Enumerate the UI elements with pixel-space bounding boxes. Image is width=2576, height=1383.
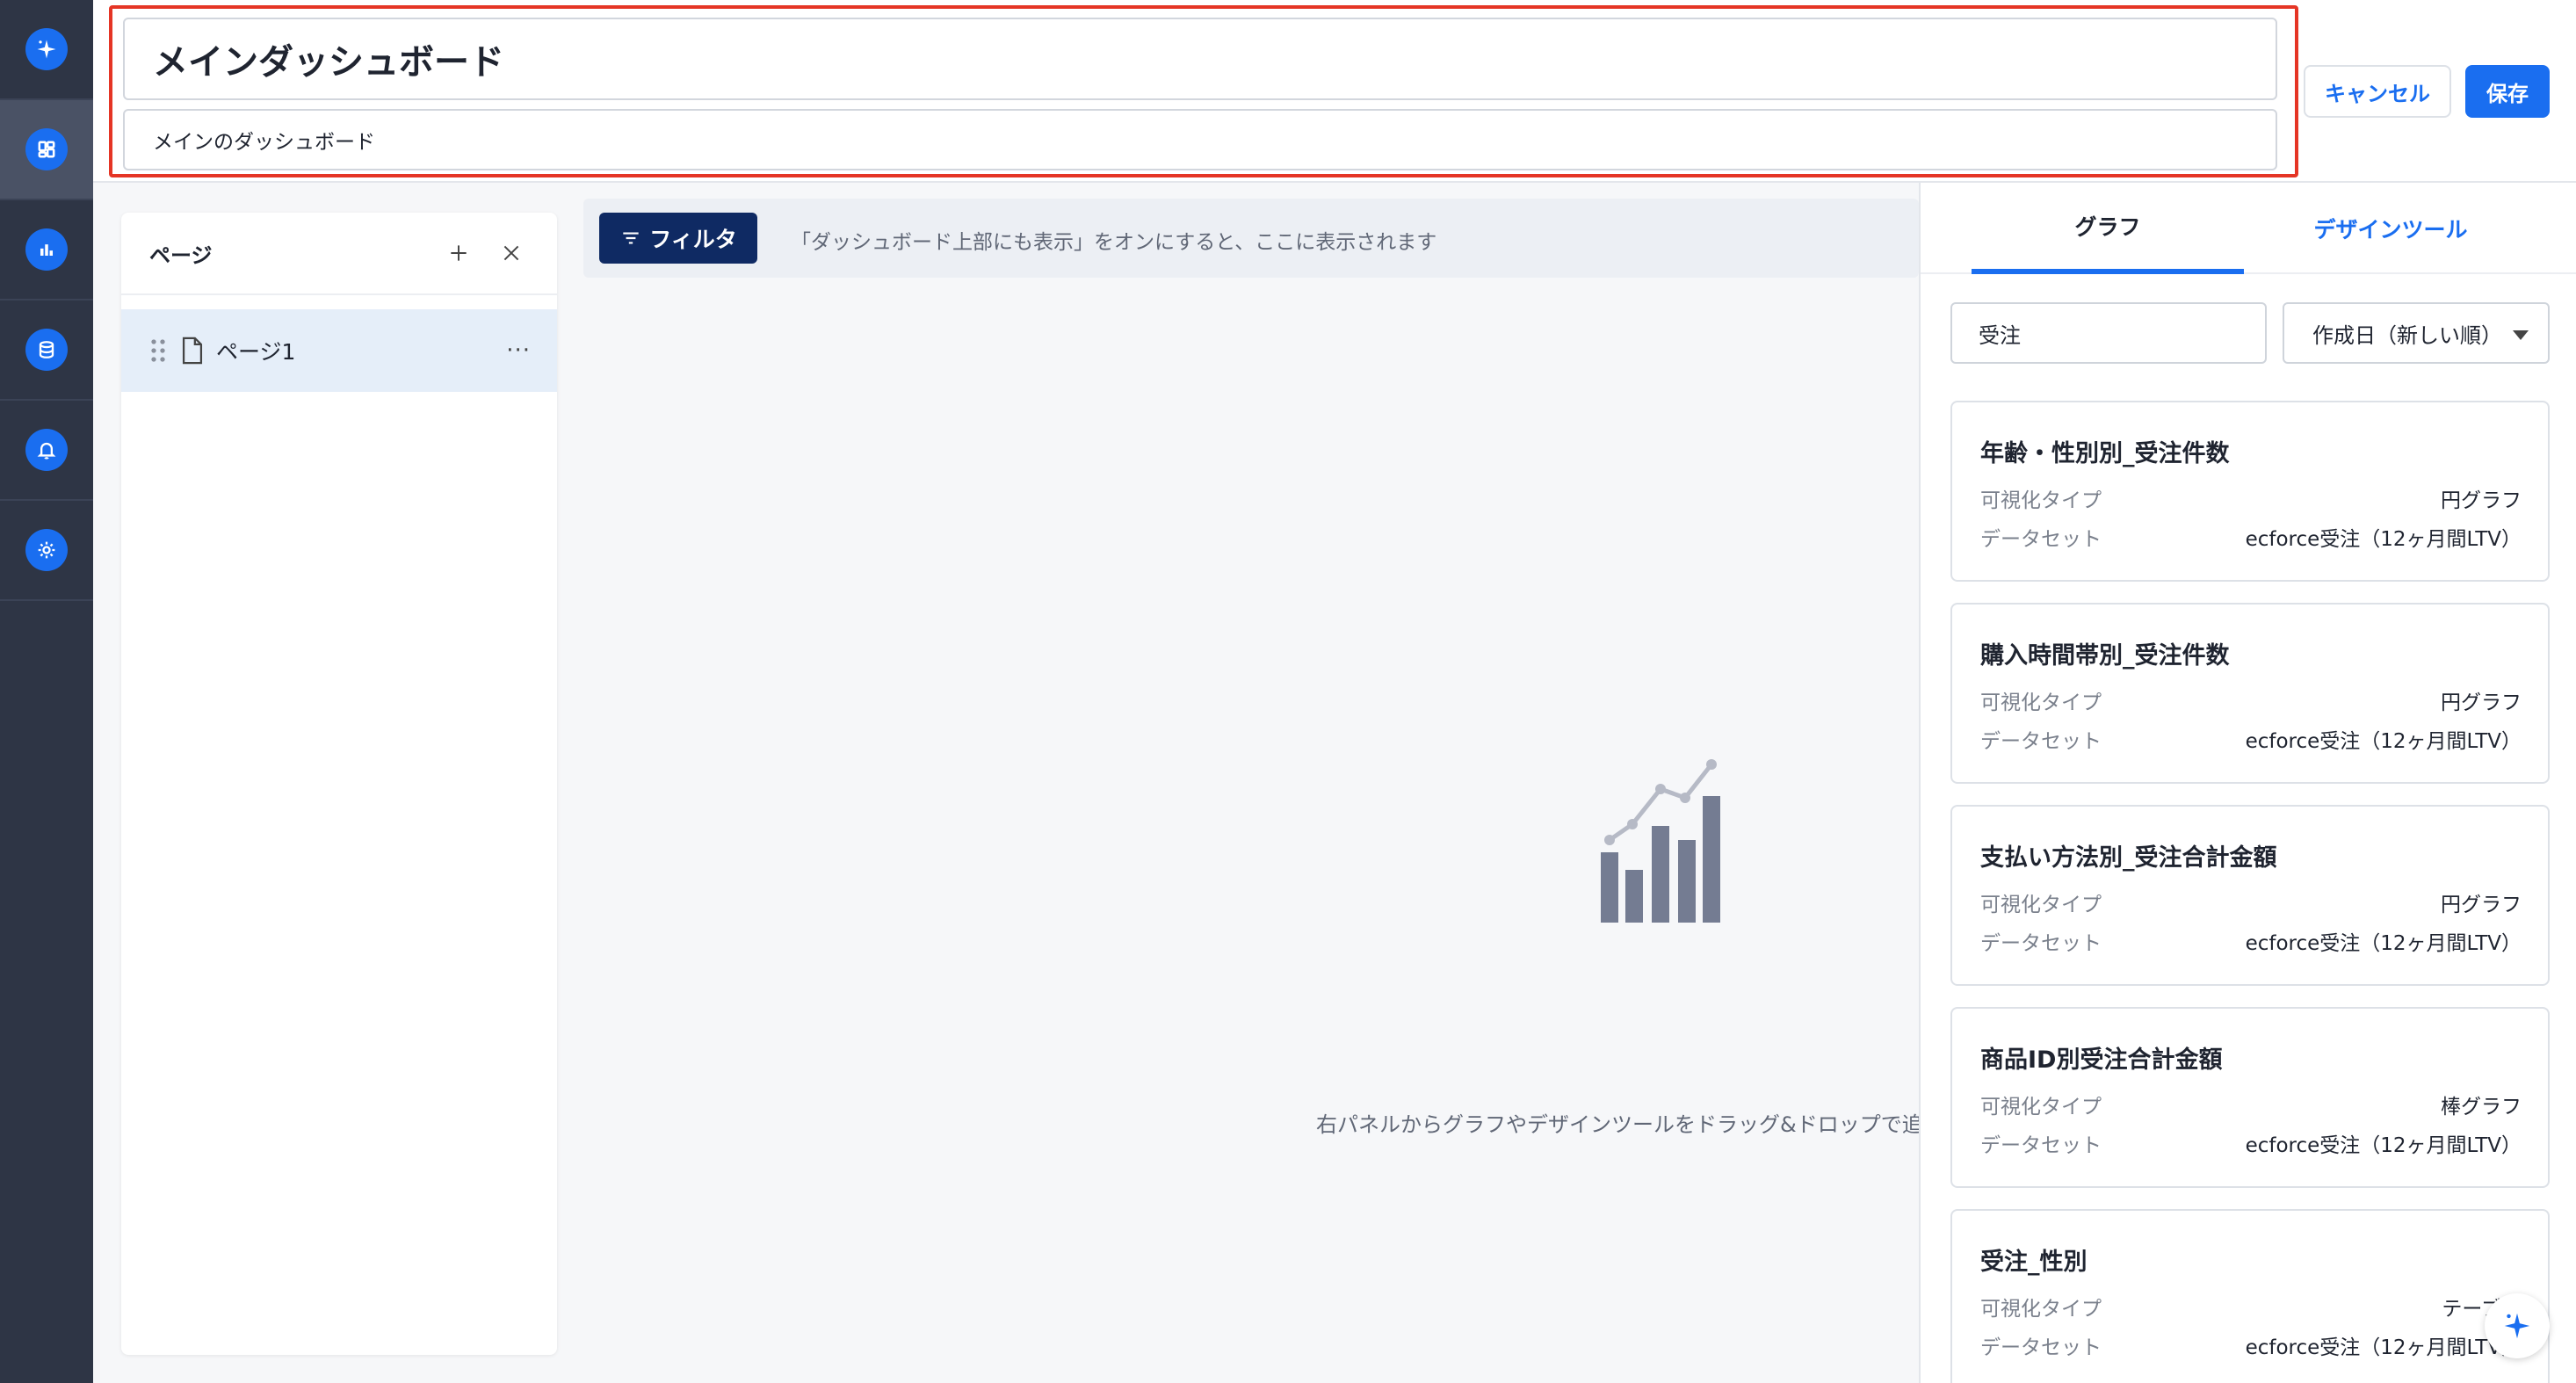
graph-card-type-label: 可視化タイプ: [1980, 692, 2102, 714]
graph-card-dataset-label: データセット: [1980, 932, 2102, 955]
graph-card-dataset-value: ecforce受注（12ヶ月間LTV）: [2245, 1336, 2522, 1359]
chevron-down-icon: [2513, 330, 2529, 340]
sort-select[interactable]: 作成日（新しい順）: [2283, 302, 2550, 364]
document-icon: [182, 337, 203, 365]
empty-chart-illustration: [1601, 759, 1720, 923]
graph-card-type-value: 円グラフ: [2441, 894, 2522, 916]
graph-card-title: 受注_性別: [1980, 1249, 2088, 1276]
filter-button[interactable]: フィルタ: [599, 213, 757, 264]
drag-handle-icon[interactable]: [148, 337, 169, 364]
panel-tabs: グラフ デザインツール: [1921, 183, 2576, 274]
save-button[interactable]: 保存: [2465, 65, 2550, 118]
empty-canvas-message: 右パネルからグラフやデザインツールをドラッグ&ドロップで追加: [1316, 1112, 1919, 1137]
component-panel: グラフ デザインツール 受注 作成日（新しい順） 年齢・性別別_受注件数 可視化…: [1919, 183, 2576, 1383]
bell-icon: [25, 429, 68, 471]
graph-card-dataset-label: データセット: [1980, 730, 2102, 753]
chart-icon: [25, 228, 68, 271]
rail-item-settings[interactable]: [0, 501, 93, 601]
graph-card-dataset-value: ecforce受注（12ヶ月間LTV）: [2245, 932, 2522, 955]
page-label: ページ1: [216, 339, 296, 365]
graph-card[interactable]: 購入時間帯別_受注件数 可視化タイプ 円グラフ データセット ecforce受注…: [1950, 603, 2550, 784]
dashboard-title-input[interactable]: メインダッシュボード: [123, 18, 2277, 100]
filter-button-label: フィルタ: [649, 227, 737, 252]
rail-item-ai[interactable]: [0, 0, 93, 100]
graph-search-input[interactable]: 受注: [1950, 302, 2267, 364]
graph-card-type-value: 円グラフ: [2441, 692, 2522, 714]
graph-card-type-label: 可視化タイプ: [1980, 1298, 2102, 1321]
graph-card-type-label: 可視化タイプ: [1980, 894, 2102, 916]
graph-card-dataset-label: データセット: [1980, 528, 2102, 551]
pages-panel-header: ページ: [121, 213, 557, 295]
graph-card-dataset-label: データセット: [1980, 1134, 2102, 1157]
dashboard-header: メインダッシュボード メインのダッシュボード キャンセル 保存: [93, 0, 2576, 183]
graph-card[interactable]: 商品ID別受注合計金額 可視化タイプ 棒グラフ データセット ecforce受注…: [1950, 1007, 2550, 1188]
pages-panel-title: ページ: [149, 243, 213, 268]
tab-graph[interactable]: グラフ: [1972, 183, 2244, 274]
graph-card-type-label: 可視化タイプ: [1980, 1096, 2102, 1119]
rail-item-dashboard[interactable]: [0, 100, 93, 200]
graph-card[interactable]: 年齢・性別別_受注件数 可視化タイプ 円グラフ データセット ecforce受注…: [1950, 401, 2550, 582]
graph-card-type-value: 円グラフ: [2441, 489, 2522, 512]
graph-card[interactable]: 支払い方法別_受注合計金額 可視化タイプ 円グラフ データセット ecforce…: [1950, 805, 2550, 986]
sort-select-value: 作成日（新しい順）: [2312, 322, 2502, 348]
left-rail: [0, 0, 93, 1383]
add-page-icon[interactable]: [441, 235, 476, 271]
graph-card-dataset-value: ecforce受注（12ヶ月間LTV）: [2245, 528, 2522, 551]
graph-card[interactable]: 受注_性別 可視化タイプ テーブル データセット ecforce受注（12ヶ月間…: [1950, 1209, 2550, 1383]
rail-item-alerts[interactable]: [0, 401, 93, 501]
page-list-item[interactable]: ページ1 ···: [121, 309, 557, 392]
ai-assistant-button[interactable]: [2485, 1293, 2550, 1358]
database-icon: [25, 329, 68, 371]
dashboard-icon: [25, 128, 68, 170]
gear-icon: [25, 529, 68, 571]
graph-card-type-label: 可視化タイプ: [1980, 489, 2102, 512]
graph-card-dataset-value: ecforce受注（12ヶ月間LTV）: [2245, 1134, 2522, 1157]
graph-card-dataset-value: ecforce受注（12ヶ月間LTV）: [2245, 730, 2522, 753]
dashboard-canvas[interactable]: フィルタ 「ダッシュボード上部にも表示」をオンにすると、ここに表示されます 右パ…: [583, 199, 1919, 1383]
page-more-menu-icon[interactable]: ···: [506, 337, 531, 364]
dashboard-description-input[interactable]: メインのダッシュボード: [123, 109, 2277, 170]
title-edit-area: メインダッシュボード メインのダッシュボード: [109, 5, 2298, 177]
app: メインダッシュボード メインのダッシュボード キャンセル 保存 ページ ページ1…: [0, 0, 2576, 1383]
filter-bar: フィルタ 「ダッシュボード上部にも表示」をオンにすると、ここに表示されます: [583, 199, 1919, 278]
filter-hint: 「ダッシュボード上部にも表示」をオンにすると、ここに表示されます: [791, 231, 1437, 254]
rail-item-datasets[interactable]: [0, 300, 93, 401]
graph-card-title: 商品ID別受注合計金額: [1980, 1046, 2223, 1074]
graph-card-title: 購入時間帯別_受注件数: [1980, 642, 2230, 670]
sparkle-icon: [25, 28, 68, 70]
filter-icon: [623, 232, 639, 244]
graph-card-title: 年齢・性別別_受注件数: [1980, 440, 2230, 467]
tab-design-tools[interactable]: デザインツール: [2254, 183, 2527, 274]
rail-item-charts[interactable]: [0, 200, 93, 300]
graph-card-type-value: 棒グラフ: [2441, 1096, 2522, 1119]
sparkle-icon: [2504, 1313, 2530, 1339]
pages-panel: ページ ページ1 ···: [121, 213, 557, 1355]
cancel-button[interactable]: キャンセル: [2304, 65, 2451, 118]
graph-card-dataset-label: データセット: [1980, 1336, 2102, 1359]
close-icon[interactable]: [494, 235, 529, 271]
graph-card-title: 支払い方法別_受注合計金額: [1980, 844, 2277, 872]
